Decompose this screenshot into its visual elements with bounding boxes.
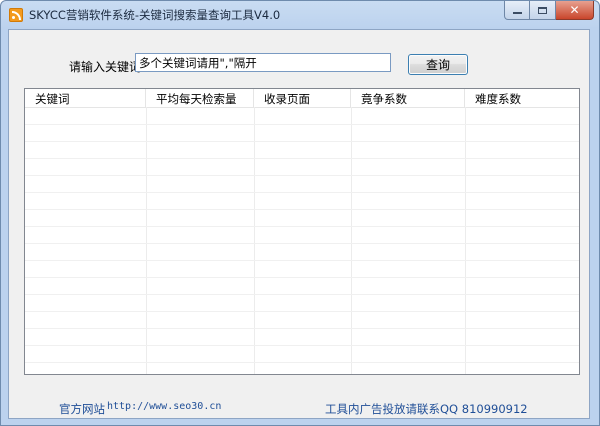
official-site-label: 官方网站 — [59, 402, 105, 416]
close-button[interactable]: ✕ — [556, 1, 594, 20]
grid-row-line — [25, 362, 579, 363]
results-list[interactable]: 关键词 平均每天检索量 收录页面 竟争系数 难度系数 — [24, 88, 580, 375]
grid-column-line — [465, 107, 466, 374]
grid-row-line — [25, 345, 579, 346]
rss-app-icon — [9, 8, 23, 22]
query-button[interactable]: 查询 — [408, 54, 468, 75]
maximize-icon — [538, 6, 547, 14]
column-header-indexed-pages[interactable]: 收录页面 — [254, 89, 351, 107]
title-bar: SKYCC营销软件系统-关键词搜索量查询工具V4.0 ✕ — [1, 1, 599, 29]
grid-row-line — [25, 277, 579, 278]
grid-row-line — [25, 294, 579, 295]
grid-row-line — [25, 124, 579, 125]
grid-row-line — [25, 311, 579, 312]
close-icon: ✕ — [569, 3, 580, 17]
column-header-difficulty[interactable]: 难度系数 — [465, 89, 579, 107]
grid-row-line — [25, 192, 579, 193]
keyword-label: 请输入关键词 — [69, 60, 142, 74]
grid-column-line — [254, 107, 255, 374]
grid-row-line — [25, 260, 579, 261]
grid-row-line — [25, 226, 579, 227]
client-area: 请输入关键词 查询 关键词 平均每天检索量 收录页面 竟争系数 难度系数 官方网… — [8, 29, 590, 419]
official-site-link[interactable]: http://www.seo30.cn — [107, 401, 221, 412]
grid-row-line — [25, 209, 579, 210]
minimize-icon — [512, 12, 522, 14]
column-header-daily-searches[interactable]: 平均每天检索量 — [146, 89, 254, 107]
grid-row-line — [25, 158, 579, 159]
grid-column-line — [146, 107, 147, 374]
grid-row-line — [25, 175, 579, 176]
keyword-input[interactable] — [135, 53, 391, 72]
maximize-button[interactable] — [530, 1, 556, 20]
advertising-contact: 工具内广告投放请联系QQ 810990912 — [325, 402, 528, 416]
list-grid — [25, 107, 579, 374]
window-title: SKYCC营销软件系统-关键词搜索量查询工具V4.0 — [29, 8, 281, 22]
column-header-keyword[interactable]: 关键词 — [25, 89, 146, 107]
grid-row-line — [25, 328, 579, 329]
grid-row-line — [25, 243, 579, 244]
grid-row-line — [25, 141, 579, 142]
app-window: SKYCC营销软件系统-关键词搜索量查询工具V4.0 ✕ 请输入关键词 查询 关… — [0, 0, 600, 426]
grid-column-line — [351, 107, 352, 374]
minimize-button[interactable] — [504, 1, 530, 20]
list-header: 关键词 平均每天检索量 收录页面 竟争系数 难度系数 — [25, 89, 579, 108]
column-header-competition[interactable]: 竟争系数 — [351, 89, 465, 107]
